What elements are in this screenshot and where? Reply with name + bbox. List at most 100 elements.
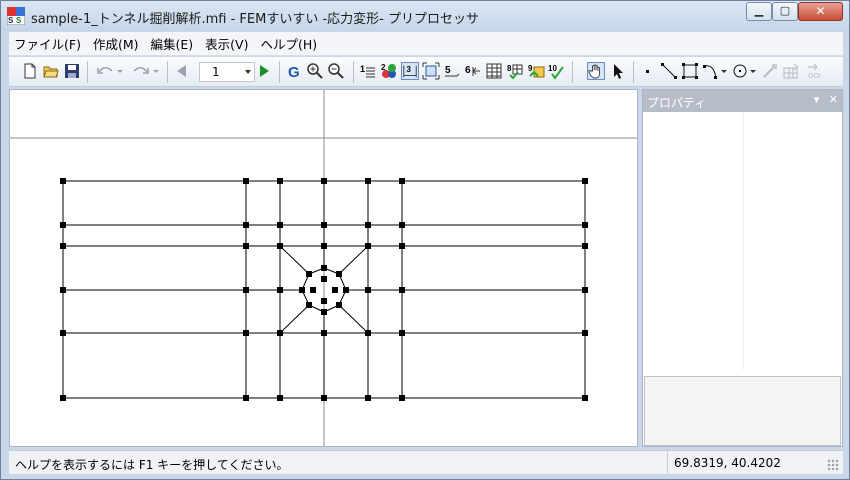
dimension-icon[interactable]: 3 xyxy=(401,62,419,80)
point-icon[interactable] xyxy=(639,62,657,80)
mesh-node xyxy=(582,395,588,401)
mesh-node xyxy=(365,395,371,401)
svg-text:9: 9 xyxy=(528,64,533,73)
number-10-icon[interactable]: 10 xyxy=(548,62,566,80)
mesh-node xyxy=(60,330,66,336)
properties-header: プロパティ ▾ ✕ xyxy=(643,90,842,112)
save-icon[interactable] xyxy=(63,62,81,80)
number-5-icon[interactable]: 5 xyxy=(443,62,461,80)
mesh-node xyxy=(310,287,316,293)
zoom-in-icon[interactable] xyxy=(306,62,324,80)
pointer-icon[interactable] xyxy=(609,62,627,80)
close-button[interactable]: ✕ xyxy=(798,2,843,21)
mesh-line xyxy=(338,245,369,275)
menu-view[interactable]: 表示(V) xyxy=(200,34,253,53)
minimize-button[interactable]: ▁ xyxy=(746,2,772,21)
mesh-node xyxy=(336,271,342,277)
svg-text:8: 8 xyxy=(507,64,512,73)
mesh-node xyxy=(399,178,405,184)
check-icon[interactable]: 8 xyxy=(506,62,524,80)
mesh-line xyxy=(279,304,310,334)
mesh-node xyxy=(399,222,405,228)
mesh-node xyxy=(321,243,327,249)
open-folder-icon[interactable] xyxy=(42,62,60,80)
page-dropdown[interactable]: 1 xyxy=(199,62,255,82)
mesh-line xyxy=(338,304,369,334)
redo-icon[interactable] xyxy=(131,62,161,80)
circle-icon[interactable] xyxy=(731,62,757,80)
menu-help[interactable]: ヘルプ(H) xyxy=(255,34,322,53)
mesh-node xyxy=(60,395,66,401)
mesh-node xyxy=(321,298,327,304)
menu-file[interactable]: ファイル(F) xyxy=(9,34,86,53)
mesh-node xyxy=(60,243,66,249)
mesh-node xyxy=(306,271,312,277)
mesh-node xyxy=(582,287,588,293)
svg-text:10: 10 xyxy=(548,64,557,73)
mesh-node xyxy=(277,178,283,184)
mesh-node xyxy=(365,222,371,228)
go-icon[interactable]: GO! xyxy=(805,62,823,80)
toolbar: 1 G 1 2 3 5 6 8 9 10 GO! xyxy=(9,57,843,87)
svg-text:1: 1 xyxy=(360,64,365,74)
disabled-tool-2-icon[interactable] xyxy=(782,62,800,80)
mesh-node xyxy=(243,395,249,401)
menu-create[interactable]: 作成(M) xyxy=(88,34,144,53)
mesh-node xyxy=(277,222,283,228)
mesh-node xyxy=(365,287,371,293)
mesh-node xyxy=(277,287,283,293)
mesh-node xyxy=(243,330,249,336)
mesh-node xyxy=(365,330,371,336)
disabled-tool-1-icon[interactable] xyxy=(761,62,779,80)
drawing-canvas[interactable] xyxy=(9,89,638,447)
g-icon[interactable]: G xyxy=(285,62,303,80)
mesh-line xyxy=(279,245,310,275)
svg-text:G: G xyxy=(288,64,300,80)
line-icon[interactable] xyxy=(660,62,678,80)
resize-grip[interactable] xyxy=(827,459,839,471)
prev-icon[interactable] xyxy=(173,62,191,80)
mesh-node xyxy=(321,330,327,336)
mesh-node xyxy=(582,330,588,336)
next-icon[interactable] xyxy=(255,62,273,80)
svg-text:S: S xyxy=(8,16,14,25)
mesh-node xyxy=(277,243,283,249)
mesh-node xyxy=(343,287,349,293)
curve-icon[interactable] xyxy=(702,62,728,80)
window-title: sample-1_トンネル掘削解析.mfi - FEMすいすい -応力変形- プ… xyxy=(31,12,479,27)
properties-pane: プロパティ ▾ ✕ xyxy=(642,89,843,447)
mesh-node xyxy=(60,222,66,228)
app-window: S S sample-1_トンネル掘削解析.mfi - FEMすいすい -応力変… xyxy=(0,0,850,480)
title-bar[interactable]: S S sample-1_トンネル掘削解析.mfi - FEMすいすい -応力変… xyxy=(1,1,849,31)
status-help-text: ヘルプを表示するには F1 キーを押してください。 xyxy=(15,458,289,472)
pane-close-icon[interactable]: ✕ xyxy=(829,93,838,106)
menu-bar: ファイル(F) 作成(M) 編集(E) 表示(V) ヘルプ(H) xyxy=(9,32,843,56)
hand-pan-icon[interactable] xyxy=(587,62,605,80)
maximize-button[interactable]: ▢ xyxy=(772,2,798,21)
mesh-node xyxy=(243,222,249,228)
mesh-node xyxy=(321,395,327,401)
number-6-icon[interactable]: 6 xyxy=(464,62,482,80)
mesh-node xyxy=(399,243,405,249)
properties-title: プロパティ xyxy=(647,96,707,110)
svg-text:2: 2 xyxy=(381,63,386,72)
mesh-node xyxy=(243,243,249,249)
mesh-node xyxy=(306,302,312,308)
fit-icon[interactable] xyxy=(422,62,440,80)
mesh-node xyxy=(243,287,249,293)
mesh-node xyxy=(321,222,327,228)
zoom-out-icon[interactable] xyxy=(327,62,345,80)
node-number-icon[interactable]: 1 xyxy=(359,62,377,80)
mesh-node xyxy=(277,395,283,401)
new-file-icon[interactable] xyxy=(21,62,39,80)
menu-edit[interactable]: 編集(E) xyxy=(146,34,199,53)
grid-icon[interactable]: 9 xyxy=(527,62,545,80)
close-icon: ✕ xyxy=(815,4,826,18)
color-icon[interactable]: 2 xyxy=(380,62,398,80)
pane-menu-icon[interactable]: ▾ xyxy=(814,93,820,106)
undo-icon[interactable] xyxy=(95,62,125,80)
table-icon[interactable] xyxy=(485,62,503,80)
status-bar: ヘルプを表示するには F1 キーを押してください。 69.8319, 40.42… xyxy=(9,450,843,474)
rectangle-icon[interactable] xyxy=(681,62,699,80)
mesh-drawing xyxy=(10,90,637,446)
